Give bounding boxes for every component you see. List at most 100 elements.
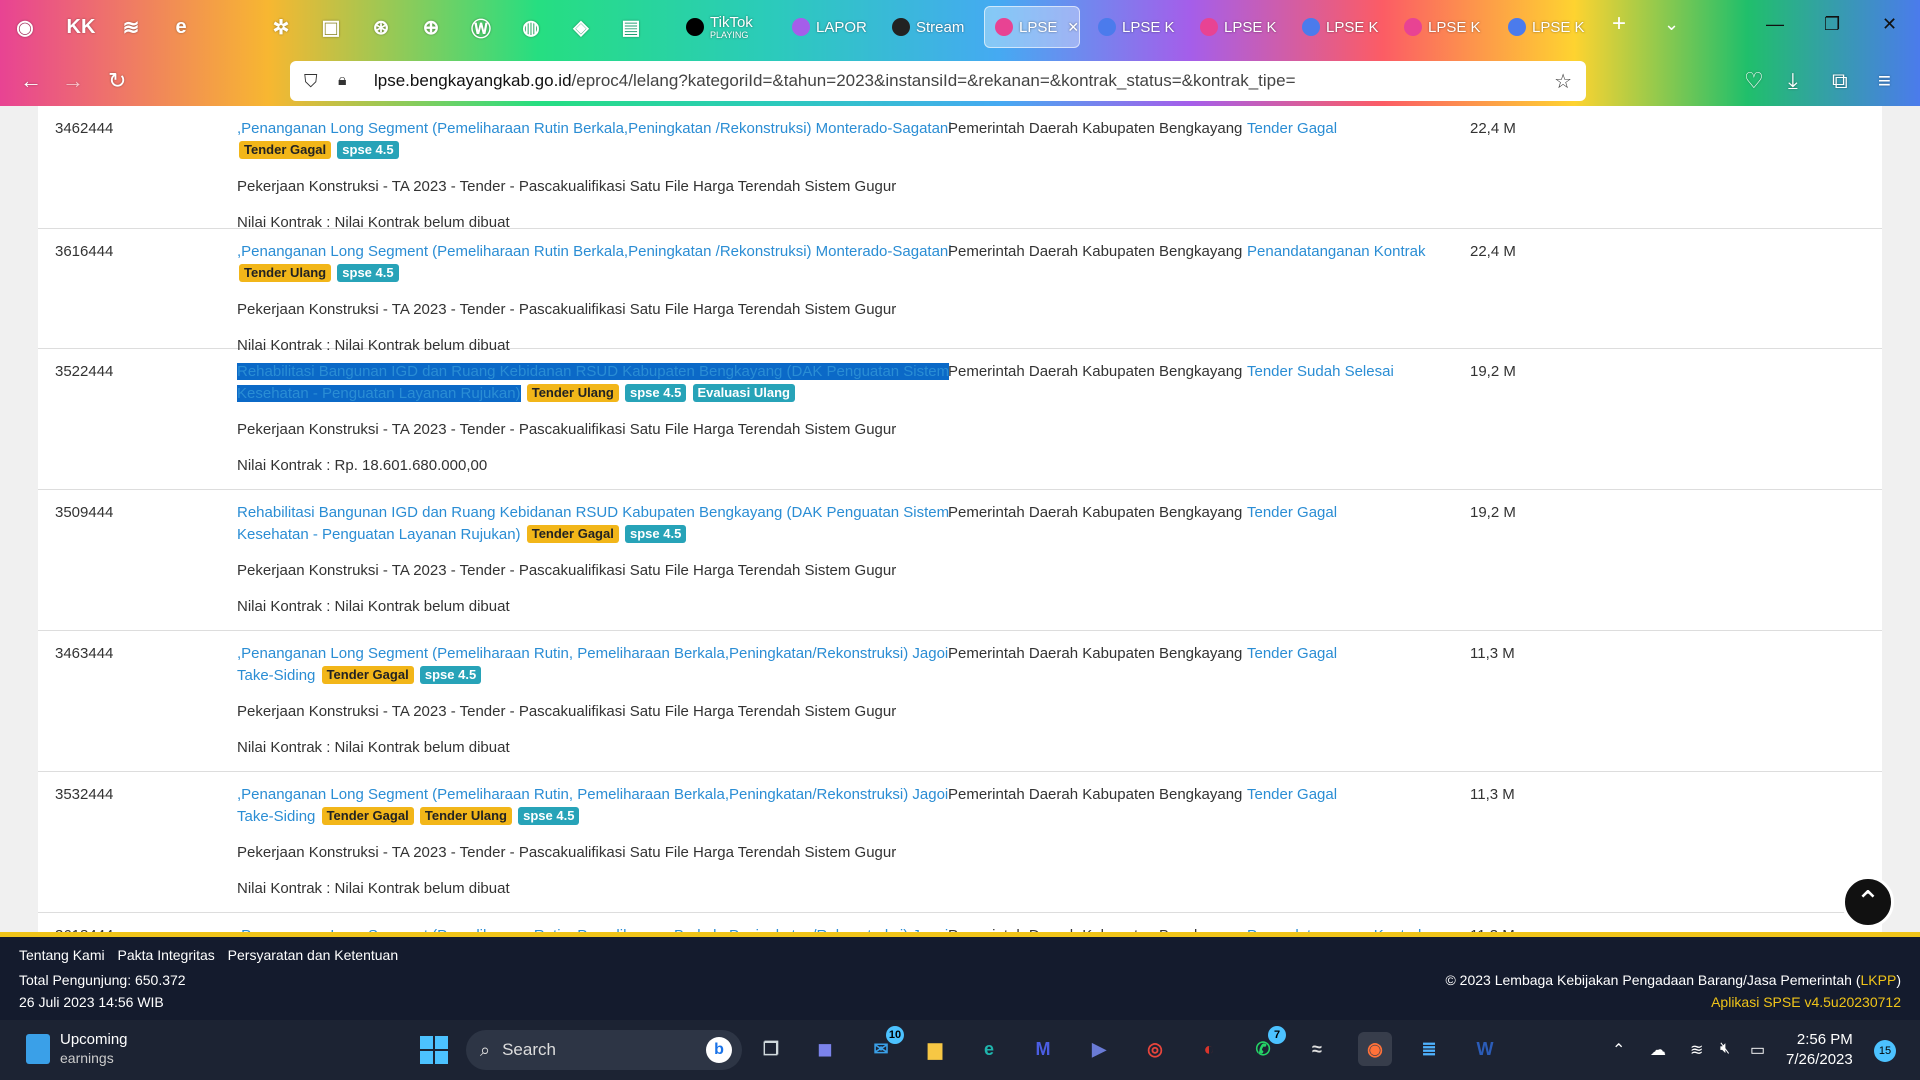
close-tab-icon[interactable]: ✕: [1067, 19, 1079, 36]
download-icon[interactable]: ⤓: [1788, 68, 1798, 94]
browser-tab[interactable]: LPSE K: [1498, 6, 1594, 48]
bookmark-star-icon[interactable]: ☆: [1554, 69, 1572, 94]
file-explorer-icon[interactable]: ▆: [918, 1032, 952, 1066]
app-badge: 10: [886, 1026, 904, 1044]
browser-tab[interactable]: LAPOR: [782, 6, 878, 48]
url-text[interactable]: lpse.bengkayangkab.go.id/eproc4/lelang?k…: [374, 71, 1296, 91]
reload-icon[interactable]: ↻: [108, 68, 126, 94]
edge-e-icon[interactable]: e: [166, 12, 196, 42]
app-m-icon[interactable]: M: [1026, 1032, 1060, 1066]
close-window-icon[interactable]: ✕: [1882, 14, 1897, 35]
teams-icon[interactable]: ◼: [808, 1032, 842, 1066]
status-badge: spse 4.5: [625, 384, 687, 402]
leaf-icon[interactable]: ✲: [266, 12, 296, 42]
globe-icon[interactable]: ⊕: [416, 12, 446, 42]
lock-icon[interactable]: 🔒︎: [338, 72, 360, 90]
restore-icon[interactable]: ❐: [1824, 14, 1840, 35]
tender-category: Pekerjaan Konstruksi - TA 2023 - Tender …: [237, 421, 897, 438]
table-row: 3522444 Rehabilitasi Bangunan IGD dan Rua…: [38, 349, 1882, 490]
badge-icon[interactable]: ⊛: [366, 12, 396, 42]
extensions-icon[interactable]: ⧉: [1832, 68, 1848, 94]
pocket-icon[interactable]: ♡: [1744, 68, 1764, 94]
table-row: 3462444 ,Penanganan Long Segment (Pemelih…: [38, 106, 1882, 231]
word-icon[interactable]: W: [1468, 1032, 1502, 1066]
tab-list-icon[interactable]: ⌄: [1664, 14, 1679, 35]
tender-status-link[interactable]: Penandatanganan Kontrak: [1247, 243, 1425, 260]
taskbar-search[interactable]: ⌕ Search b: [466, 1030, 742, 1070]
widget-sub: earnings: [60, 1050, 114, 1066]
tender-status-link[interactable]: Tender Gagal: [1247, 504, 1337, 521]
diamond-icon[interactable]: ◈: [566, 12, 596, 42]
url-path: /eproc4/lelang?kategoriId=&tahun=2023&in…: [571, 71, 1296, 90]
firefox-taskbar-icon[interactable]: ◉: [1358, 1032, 1392, 1066]
chevron-up-tray-icon[interactable]: ⌃: [1612, 1040, 1625, 1060]
chrome-icon[interactable]: ◎: [1138, 1032, 1172, 1066]
system-clock[interactable]: 2:56 PM 7/26/2023: [1786, 1030, 1853, 1070]
tender-name-cell: ,Penanganan Long Segment (Pemeliharaan R…: [237, 643, 957, 759]
tab-label: LPSE K: [1428, 18, 1481, 36]
tender-status-link[interactable]: Tender Sudah Selesai: [1247, 363, 1394, 380]
tender-status-link[interactable]: Tender Gagal: [1247, 645, 1337, 662]
menu-icon[interactable]: ≡: [1878, 68, 1891, 94]
tab-label: LPSE: [1019, 18, 1058, 36]
scroll-to-top-button[interactable]: ⌃: [1842, 876, 1894, 928]
tab-favicon-icon: [892, 18, 910, 36]
back-icon[interactable]: ←: [20, 68, 42, 94]
minimize-icon[interactable]: —: [1766, 14, 1784, 35]
map-icon[interactable]: ▣: [316, 12, 346, 42]
notification-badge[interactable]: 15: [1874, 1040, 1896, 1062]
shield-icon[interactable]: ⛉: [304, 71, 326, 92]
tender-name-link[interactable]: ,Penanganan Long Segment (Pemeliharaan R…: [237, 120, 952, 137]
wordpress-icon[interactable]: Ⓦ: [466, 12, 496, 42]
hps-value: 22,4 M: [1470, 243, 1516, 260]
messenger-icon[interactable]: ≈: [1300, 1032, 1334, 1066]
wifi-tray-icon[interactable]: ≋: [1690, 1040, 1703, 1060]
footer-link-persyaratan[interactable]: Persyaratan dan Ketentuan: [228, 947, 398, 963]
address-bar[interactable]: ⛉ 🔒︎ lpse.bengkayangkab.go.id/eproc4/lel…: [290, 61, 1586, 101]
browser-tab[interactable]: LPSE K: [1292, 6, 1388, 48]
forward-icon[interactable]: →: [62, 68, 84, 94]
whatsapp-icon[interactable]: ✆ 7: [1246, 1026, 1286, 1066]
tender-id: 3616444: [55, 243, 114, 260]
weather-widget[interactable]: Upcoming earnings: [26, 1030, 128, 1068]
browser-tab[interactable]: LPSE ✕: [984, 6, 1080, 48]
status-badge: Tender Gagal: [526, 525, 619, 543]
lkpp-link[interactable]: LKPP: [1861, 972, 1897, 988]
hps-value: 19,2 M: [1470, 363, 1516, 380]
tender-status-cell: Tender Gagal: [1247, 502, 1487, 524]
media-icon[interactable]: ▶: [1082, 1032, 1116, 1066]
widget-title: Upcoming: [60, 1031, 128, 1048]
start-button[interactable]: [420, 1036, 448, 1064]
edge-icon[interactable]: e: [972, 1032, 1006, 1066]
firefox-icon[interactable]: ◉: [10, 12, 40, 42]
table-row: 3532444 ,Penanganan Long Segment (Pemelih…: [38, 772, 1882, 913]
instansi: Pemerintah Daerah Kabupaten Bengkayang: [948, 645, 1243, 662]
tab-label: LPSE K: [1326, 18, 1379, 36]
tender-name-cell: ,Penanganan Long Segment (Pemeliharaan R…: [237, 118, 957, 234]
tender-status-link[interactable]: Tender Gagal: [1247, 120, 1337, 137]
wifi-icon[interactable]: ≋: [116, 12, 146, 42]
tender-status-link[interactable]: Tender Gagal: [1247, 786, 1337, 803]
browser-tab[interactable]: LPSE K: [1394, 6, 1490, 48]
browser-tab[interactable]: TikTok PLAYING: [676, 6, 776, 48]
onedrive-icon[interactable]: ☁: [1650, 1040, 1666, 1060]
image-icon[interactable]: ▤: [616, 12, 646, 42]
browser-tab[interactable]: LPSE K: [1190, 6, 1286, 48]
instansi: Pemerintah Daerah Kabupaten Bengkayang: [948, 243, 1243, 260]
battery-icon[interactable]: ▭: [1750, 1040, 1765, 1060]
bing-icon[interactable]: b: [706, 1037, 732, 1063]
footer-link-tentang[interactable]: Tentang Kami: [19, 947, 105, 963]
mail-icon[interactable]: ✉ 10: [864, 1026, 904, 1066]
footer-link-pakta[interactable]: Pakta Integritas: [118, 947, 215, 963]
tab-bar: ◉ KK ≋ e ✲ ▣ ⊛ ⊕ Ⓦ ◍ ◈ ▤ TikTok PLAYING LAPOR Stream LPS…: [0, 0, 1920, 54]
app-red-icon[interactable]: ◐: [1192, 1032, 1226, 1066]
browser-tab[interactable]: LPSE K: [1088, 6, 1184, 48]
kk-icon[interactable]: KK: [66, 12, 96, 42]
new-tab-icon[interactable]: +: [1612, 10, 1626, 38]
tender-name-link[interactable]: ,Penanganan Long Segment (Pemeliharaan R…: [237, 243, 952, 260]
volume-muted-icon[interactable]: 🔇︎: [1720, 1040, 1730, 1058]
color-circle-icon[interactable]: ◍: [516, 12, 546, 42]
task-view-icon[interactable]: ❐: [754, 1032, 788, 1066]
notepad-icon[interactable]: ≣: [1412, 1032, 1446, 1066]
browser-tab[interactable]: Stream: [882, 6, 980, 48]
